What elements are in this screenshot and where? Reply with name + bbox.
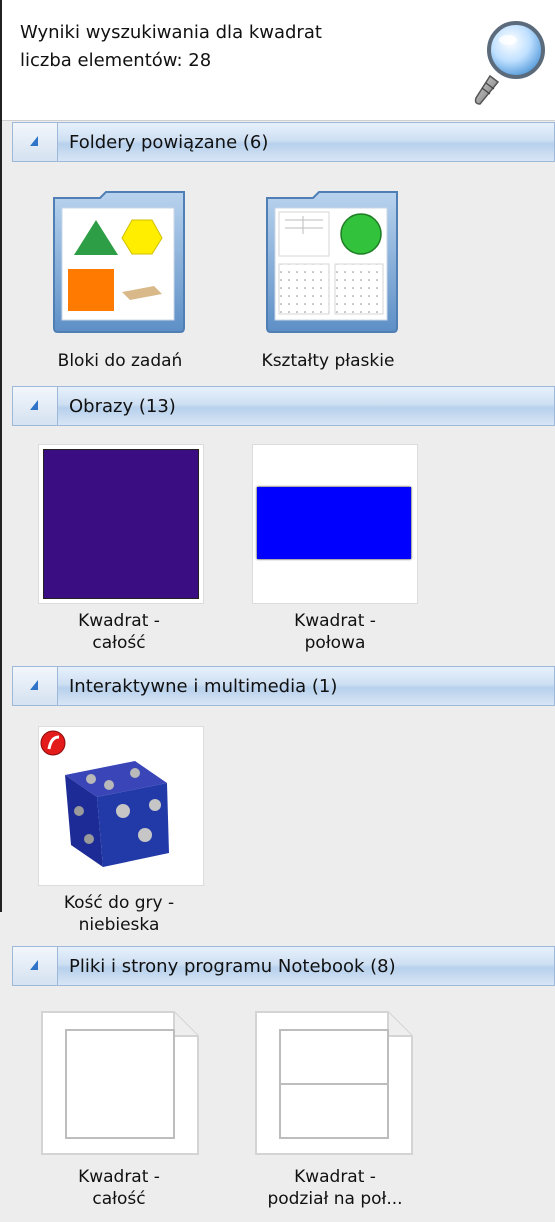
notebook-page-icon: [41, 1011, 199, 1155]
image-item[interactable]: Kwadrat - całość: [24, 444, 214, 662]
section-title: Pliki i strony programu Notebook (8): [69, 956, 396, 977]
interactive-caption-line2: niebieska: [78, 915, 160, 935]
collapse-triangle-icon: [30, 400, 38, 410]
folder-caption: Kształty płaskie: [261, 351, 395, 371]
notebook-caption-line1: Kwadrat -: [294, 1167, 376, 1187]
collapse-toggle[interactable]: [13, 667, 58, 705]
section-related-folders[interactable]: Foldery powiązane (6): [12, 122, 555, 162]
section-title: Foldery powiązane (6): [69, 132, 269, 153]
interactive-thumbnail: [38, 726, 204, 886]
notebook-caption-line1: Kwadrat -: [78, 1167, 160, 1187]
section-notebook-files[interactable]: Pliki i strony programu Notebook (8): [12, 946, 555, 986]
search-icon[interactable]: [470, 18, 550, 108]
collapse-toggle[interactable]: [13, 947, 58, 985]
image-caption-line2: całość: [92, 633, 146, 653]
search-results-header: Wyniki wyszukiwania dla kwadrat liczba e…: [0, 0, 555, 121]
purple-square: [43, 449, 199, 599]
folder-item[interactable]: Kształty płaskie: [233, 190, 423, 380]
notebook-caption-line2: całość: [92, 1189, 146, 1209]
section-images[interactable]: Obrazy (13): [12, 386, 555, 426]
folder-icon: [53, 191, 185, 333]
flash-icon: [40, 730, 66, 756]
folder-icon: [266, 191, 398, 333]
section-interactive-multimedia[interactable]: Interaktywne i multimedia (1): [12, 666, 555, 706]
section-title: Obrazy (13): [69, 396, 176, 417]
collapse-triangle-icon: [30, 960, 38, 970]
notebook-item[interactable]: Kwadrat - całość: [24, 1008, 214, 1222]
search-results-title: Wyniki wyszukiwania dla kwadrat: [20, 22, 322, 43]
interactive-item[interactable]: Kość do gry - niebieska: [24, 726, 214, 944]
result-count: liczba elementów: 28: [20, 50, 212, 71]
collapse-toggle[interactable]: [13, 123, 58, 161]
collapse-triangle-icon: [30, 136, 38, 146]
notebook-page-icon: [255, 1011, 413, 1155]
image-caption-line1: Kwadrat -: [78, 611, 160, 631]
collapse-toggle[interactable]: [13, 387, 58, 425]
blue-dice-icon: [65, 761, 169, 867]
collapse-triangle-icon: [30, 680, 38, 690]
image-caption-line1: Kwadrat -: [294, 611, 376, 631]
image-caption-line2: połowa: [304, 633, 366, 653]
notebook-caption-line2: podział na poł...: [267, 1189, 403, 1209]
panel-left-border: [0, 0, 2, 912]
image-item[interactable]: Kwadrat - połowa: [240, 444, 430, 662]
interactive-caption-line1: Kość do gry -: [63, 893, 175, 913]
image-thumbnail: [38, 444, 204, 604]
section-title: Interaktywne i multimedia (1): [69, 676, 338, 697]
blue-rectangle: [257, 487, 411, 559]
folder-item[interactable]: Bloki do zadań: [25, 190, 215, 380]
image-thumbnail: [252, 444, 418, 604]
notebook-item[interactable]: Kwadrat - podział na poł...: [240, 1008, 430, 1222]
folder-caption: Bloki do zadań: [57, 351, 183, 371]
